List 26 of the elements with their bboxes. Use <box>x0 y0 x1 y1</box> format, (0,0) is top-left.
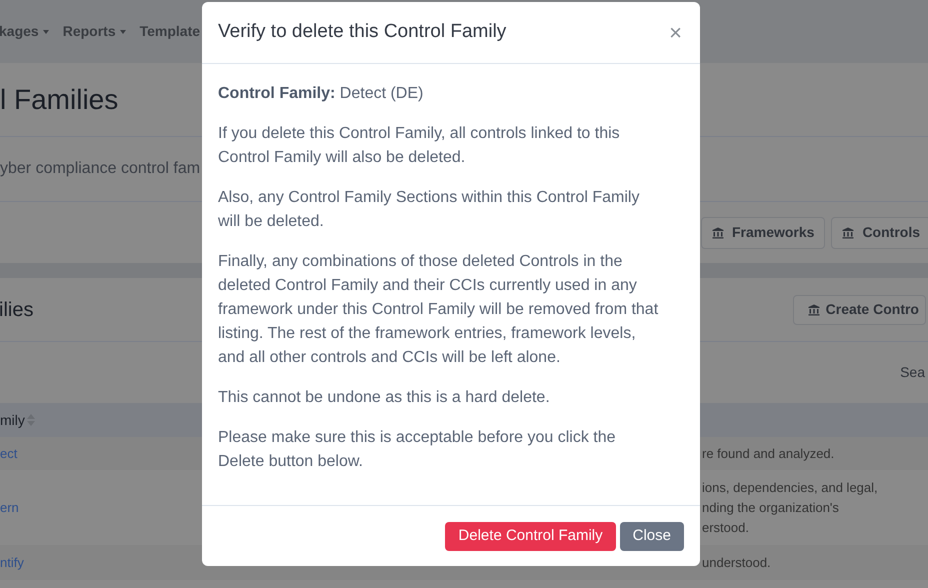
close-button[interactable]: Close <box>620 522 684 550</box>
modal-paragraph: This cannot be undone as this is a hard delete. <box>218 388 551 408</box>
search-label: Sea <box>900 363 925 382</box>
page-title: l Families <box>0 82 118 116</box>
table-cell-text: understood. <box>702 554 771 572</box>
bank-icon <box>842 226 854 238</box>
nav-menu[interactable]: Reports <box>62 21 126 42</box>
page-description: yber compliance control fam <box>0 159 200 179</box>
table-cell-text: ions, dependencies, and legal, nding the organization's erstood. <box>702 478 878 536</box>
bank-icon <box>808 304 820 316</box>
card-title: ilies <box>0 298 34 322</box>
create-button[interactable]: Create Contro <box>792 294 926 324</box>
modal-paragraph: Please make sure this is acceptable before you click the Delete button below. <box>218 428 617 472</box>
modal-title: Verify to delete this Control Family <box>218 20 506 44</box>
nav-button[interactable]: Frameworks <box>700 216 826 248</box>
nav-button[interactable]: Controls <box>831 216 928 248</box>
modal-paragraph: If you delete this Control Family, all controls linked to this Control Family will also be deleted. <box>218 124 621 168</box>
column-header[interactable]: mily <box>0 410 25 430</box>
nav-menu[interactable]: kages <box>0 21 49 42</box>
delete-button[interactable]: Delete Control Family <box>445 522 616 550</box>
nav-menu[interactable]: Template <box>140 21 200 42</box>
modal-paragraph: Control Family: Detect (DE) <box>218 84 424 104</box>
bank-icon <box>712 226 724 238</box>
modal-paragraph: Also, any Control Family Sections within this Control Family will be deleted. <box>218 188 640 232</box>
modal-paragraph: Finally, any combinations of those deleted Controls in the deleted Control Family and their CCIs currently used in any framework under this Control Family will be removed from that listing. The rest of the framework entries, framework levels, and all other controls and CCIs will be left alone. <box>218 252 660 368</box>
table-cell-text: re found and analyzed. <box>702 444 834 463</box>
